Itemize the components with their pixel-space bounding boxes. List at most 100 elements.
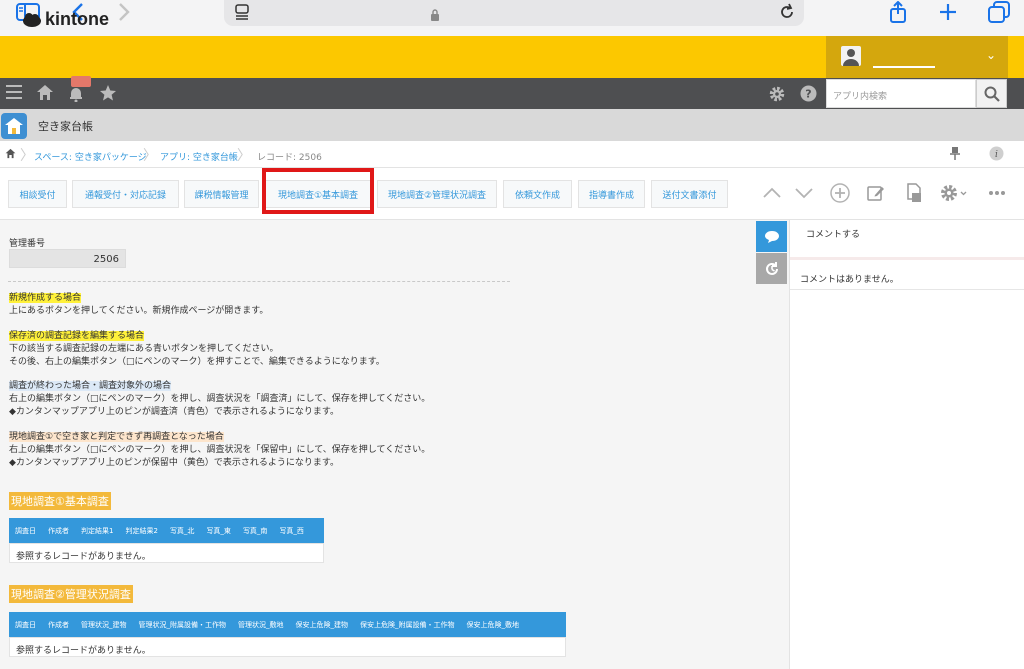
- breadcrumb-separator: 〉: [237, 148, 251, 164]
- avatar[interactable]: [841, 46, 861, 66]
- gear-icon[interactable]: [768, 85, 786, 107]
- forward-icon[interactable]: [112, 0, 136, 24]
- kintone-cloud-icon: [23, 12, 41, 27]
- reload-icon[interactable]: [778, 3, 796, 25]
- mgmt-number-label: 管理番号: [9, 239, 46, 249]
- no-comments-text: コメントはありません。: [800, 275, 899, 285]
- note-heading: 新規作成する場合: [9, 293, 82, 303]
- column-header: 保安上危険_敷地: [466, 620, 520, 629]
- edit-icon[interactable]: [867, 184, 885, 207]
- pin-icon[interactable]: [950, 146, 960, 163]
- breadcrumb-app-link[interactable]: アプリ: 空き家台帳: [160, 150, 238, 163]
- note-heading: 調査が終わった場合・調査対象外の場合: [9, 381, 172, 391]
- share-icon[interactable]: [886, 0, 910, 24]
- more-options-icon[interactable]: [988, 184, 1006, 207]
- svg-text:i: i: [995, 150, 998, 160]
- screen: kintone ⌄ ? アプリ内検索 空き家台帳 〉 スペース: 空き家パッケー…: [0, 0, 1024, 669]
- breadcrumb-record: レコード: 2506: [257, 153, 322, 163]
- search-icon: [984, 86, 1000, 102]
- history-tab[interactable]: [756, 253, 787, 284]
- app-name[interactable]: 空き家台帳: [38, 118, 93, 134]
- column-header: 管理状況_建物: [81, 620, 127, 629]
- column-header: 判定結果2: [125, 526, 158, 535]
- column-header: 管理状況_附属設備・工作物: [138, 620, 227, 629]
- tab-report-intake[interactable]: 通報受付・対応記録: [72, 180, 179, 208]
- menu-icon[interactable]: [5, 83, 23, 105]
- history-icon: [765, 261, 778, 275]
- note-heading: 現地調査①で空き家と判定できず再調査となった場合: [9, 432, 224, 442]
- mgmt-number-value: 2506: [9, 249, 126, 268]
- tab-request-letter[interactable]: 依頼文作成: [503, 180, 572, 208]
- search-placeholder: アプリ内検索: [833, 92, 888, 102]
- search-button[interactable]: [976, 79, 1007, 108]
- next-record-icon[interactable]: [794, 184, 814, 204]
- note-line: ◆カンタンマップアプリ上のピンが保留中（黄色）で表示されるようになります。: [9, 458, 340, 468]
- tabs-overview-icon[interactable]: [986, 0, 1012, 24]
- logo-text: kintone: [45, 9, 110, 29]
- bell-icon[interactable]: [68, 86, 84, 106]
- note-line: 右上の編集ボタン（□にペンのマーク）を押し、調査状況を「保留中」にして、保存を押…: [9, 445, 431, 455]
- column-header: 作成者: [48, 620, 69, 629]
- column-header: 保安上危険_建物: [295, 620, 349, 629]
- app-title-bar: [0, 109, 1024, 141]
- tab-tax-info[interactable]: 課税情報管理: [184, 180, 259, 208]
- star-icon[interactable]: [99, 84, 117, 106]
- column-header: 写真_西: [279, 526, 304, 535]
- lock-icon: [430, 6, 440, 25]
- app-house-icon[interactable]: [1, 113, 27, 139]
- chevron-down-icon[interactable]: ⌄: [986, 48, 996, 62]
- note-edit-saved: 保存済の調査記録を編集する場合 下の該当する調査記録の左端にある青いボタンを押し…: [9, 330, 385, 369]
- breadcrumb-separator: 〉: [143, 148, 157, 164]
- note-line: 下の該当する調査記録の左端にある青いボタンを押してください。: [9, 344, 279, 354]
- empty-records-message: 参照するレコードがありません。: [9, 543, 324, 563]
- duplicate-record-icon[interactable]: [905, 183, 923, 208]
- column-header: 写真_北: [169, 526, 195, 535]
- tab-attach-documents[interactable]: 送付文書添付: [651, 180, 728, 208]
- comment-panel: [789, 220, 1024, 669]
- tab-site-survey-management[interactable]: 現地調査②管理状況調査: [377, 180, 497, 208]
- related-records-header: 調査日 作成者 管理状況_建物 管理状況_附属設備・工作物 管理状況_敷地 保安…: [9, 612, 566, 637]
- note-new-record: 新規作成する場合 上にあるボタンを押してください。新規作成ページが開きます。: [9, 292, 268, 318]
- breadcrumb-separator: 〉: [20, 148, 34, 164]
- breadcrumb-space-link[interactable]: スペース: 空き家パッケージ: [34, 150, 147, 163]
- record-settings-gear-icon[interactable]: [940, 183, 968, 208]
- column-header: 写真_東: [206, 526, 231, 535]
- column-header: 作成者: [48, 526, 69, 535]
- column-header: 調査日: [15, 526, 36, 535]
- divider: [790, 289, 1024, 290]
- add-record-icon[interactable]: [830, 183, 850, 208]
- tab-consultation[interactable]: 相談受付: [8, 180, 67, 208]
- divider: [8, 281, 510, 282]
- tab-guidance-document[interactable]: 指導書作成: [578, 180, 645, 208]
- kintone-logo[interactable]: kintone: [22, 9, 109, 30]
- section-title-management-survey: 現地調査②管理状況調査: [9, 585, 133, 603]
- new-tab-icon[interactable]: [936, 0, 960, 24]
- note-heading: 保存済の調査記録を編集する場合: [9, 331, 145, 341]
- note-resurvey: 現地調査①で空き家と判定できず再調査となった場合 右上の編集ボタン（□にペンのマ…: [9, 431, 430, 470]
- column-header: 保安上危険_附属設備・工作物: [360, 620, 455, 629]
- url-bar[interactable]: [224, 0, 804, 26]
- info-icon[interactable]: i: [989, 146, 1004, 164]
- comment-prompt: コメントする: [806, 230, 861, 240]
- help-icon[interactable]: ?: [800, 85, 817, 106]
- empty-records-message: 参照するレコードがありません。: [9, 637, 566, 657]
- comment-bubble-icon: [764, 230, 779, 243]
- note-line: ◆カンタンマップアプリ上のピンが調査済（青色）で表示されるようになります。: [9, 407, 340, 417]
- column-header: 判定結果1: [81, 526, 114, 535]
- username-redacted: [873, 66, 935, 68]
- annotation-red-box: [262, 168, 374, 214]
- note-line: その後、右上の編集ボタン（□にペンのマーク）を押すことで、編集できるようになりま…: [9, 357, 385, 367]
- note-line: 上にあるボタンを押してください。新規作成ページが開きます。: [9, 306, 269, 316]
- search-input[interactable]: アプリ内検索: [826, 79, 976, 108]
- page-menu-icon[interactable]: [234, 4, 250, 24]
- breadcrumb-home-icon[interactable]: [5, 148, 16, 162]
- comment-input[interactable]: コメントする: [790, 220, 1024, 260]
- note-survey-finished: 調査が終わった場合・調査対象外の場合 右上の編集ボタン（□にペンのマーク）を押し…: [9, 380, 430, 419]
- comments-tab[interactable]: [756, 221, 787, 252]
- column-header: 写真_南: [242, 526, 268, 535]
- home-icon[interactable]: [36, 84, 54, 105]
- note-line: 右上の編集ボタン（□にペンのマーク）を押し、調査状況を「調査済」にして、保存を押…: [9, 394, 431, 404]
- column-header: 管理状況_敷地: [238, 620, 284, 629]
- previous-record-icon[interactable]: [762, 184, 782, 204]
- browser-toolbar: [0, 0, 1024, 36]
